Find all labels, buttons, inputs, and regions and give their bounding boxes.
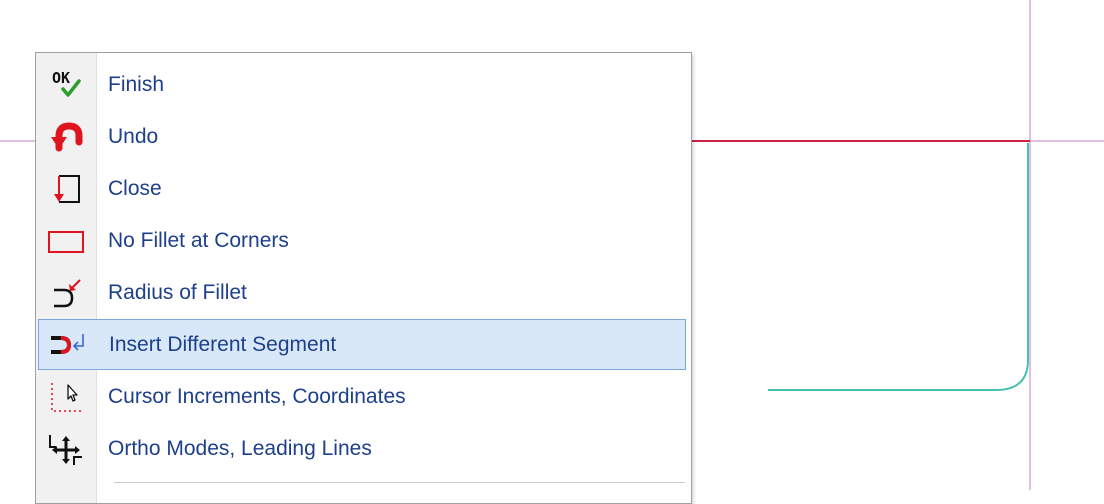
menu-item-label: Cursor Increments, Coordinates [108, 384, 406, 408]
menu-item-undo[interactable]: Undo [38, 111, 686, 162]
menu-item-label: Ortho Modes, Leading Lines [108, 436, 372, 460]
offset-contour [768, 143, 1029, 391]
menu-item-label: Insert Different Segment [109, 332, 337, 356]
ok-check-icon: OK [38, 59, 94, 110]
menu-item-label: Undo [108, 124, 159, 148]
menu-item-ortho-modes[interactable]: Ortho Modes, Leading Lines [38, 423, 686, 474]
rectangle-icon [38, 215, 94, 266]
insert-segment-icon [39, 319, 95, 370]
context-menu: OK Finish Undo Close No Fillet at Corner… [35, 52, 692, 504]
fillet-radius-icon [38, 267, 94, 318]
menu-item-label: Close [108, 176, 162, 200]
menu-item-cursor-increments[interactable]: Cursor Increments, Coordinates [38, 371, 686, 422]
undo-icon [38, 111, 94, 162]
menu-item-finish[interactable]: OK Finish [38, 59, 686, 110]
ortho-mode-icon [38, 423, 94, 474]
menu-item-close[interactable]: Close [38, 163, 686, 214]
ok-icon-text: OK [52, 69, 70, 87]
menu-item-insert-segment[interactable]: Insert Different Segment [38, 319, 686, 370]
menu-item-label: Radius of Fillet [108, 280, 247, 304]
close-polyline-icon [38, 163, 94, 214]
menu-item-label: No Fillet at Corners [108, 228, 289, 252]
menu-item-radius-fillet[interactable]: Radius of Fillet [38, 267, 686, 318]
menu-item-no-fillet[interactable]: No Fillet at Corners [38, 215, 686, 266]
cursor-increment-icon [38, 371, 94, 422]
menu-item-label: Finish [108, 72, 165, 96]
menu-separator [114, 482, 685, 483]
